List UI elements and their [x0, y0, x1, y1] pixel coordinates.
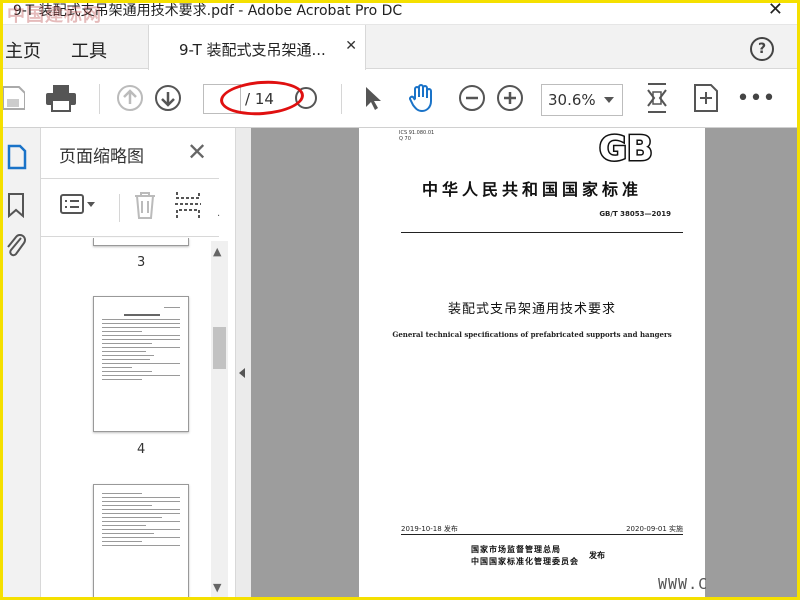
- standard-title: 中华人民共和国国家标准: [421, 180, 642, 199]
- toolbar: / 14 30.6% •••: [3, 70, 797, 128]
- divider: [41, 178, 219, 179]
- collapse-panel-icon[interactable]: [239, 368, 245, 378]
- toolbar-separator: [341, 84, 342, 114]
- extract-pages-icon[interactable]: [175, 190, 203, 224]
- bookmark-icon[interactable]: [7, 192, 25, 222]
- save-icon[interactable]: [3, 82, 25, 114]
- tab-home[interactable]: 主页: [5, 37, 41, 63]
- page-thumbnail[interactable]: [93, 484, 189, 597]
- page-number-label: 4: [137, 442, 146, 457]
- next-page-icon[interactable]: [153, 82, 183, 114]
- page-thumbnails-icon[interactable]: [7, 144, 27, 174]
- zoom-out-icon[interactable]: [457, 82, 487, 114]
- divider: [41, 236, 219, 237]
- more-dot-icon: .: [217, 208, 221, 219]
- help-icon[interactable]: ?: [750, 37, 774, 61]
- gb-logo-text: GB: [599, 130, 653, 166]
- page-thumbnail[interactable]: [93, 296, 189, 432]
- implementation-date: 2020-09-01 实施: [626, 525, 683, 533]
- close-tab-icon[interactable]: ✕: [345, 38, 357, 54]
- thumbnail-panel: 页面缩略图 ✕ . 3 4 ▲ ▼: [41, 128, 236, 597]
- issue-date: 2019-10-18 发布: [401, 525, 458, 533]
- close-panel-icon[interactable]: ✕: [187, 138, 207, 166]
- panel-splitter[interactable]: [236, 128, 251, 597]
- more-options-icon[interactable]: •••: [737, 82, 776, 114]
- full-screen-icon[interactable]: [691, 82, 721, 114]
- document-title-en: General technical specifications of pref…: [392, 330, 672, 339]
- divider: [401, 232, 683, 233]
- fit-page-icon[interactable]: [643, 82, 671, 114]
- page-number-label: 3: [137, 255, 146, 270]
- toolbar-separator: [99, 84, 100, 114]
- tab-document-label: 9-T 装配式支吊架通...: [179, 41, 326, 59]
- issuing-organization: 中国国家标准化管理委员会: [471, 557, 579, 566]
- chevron-down-icon: [604, 97, 614, 103]
- tab-bar: 主页 工具 9-T 装配式支吊架通... ✕ ?: [3, 25, 797, 70]
- delete-page-icon[interactable]: [133, 190, 157, 224]
- zoom-in-icon[interactable]: [495, 82, 525, 114]
- page-thumbnail[interactable]: [93, 238, 189, 246]
- toolbar-separator: [119, 194, 120, 222]
- scroll-down-icon[interactable]: ▼: [213, 581, 221, 594]
- publish-label: 发布: [589, 551, 605, 560]
- pdf-page: ICS 91.080.01 Q 70 GB 中华人民共和国国家标准 GB/T 3…: [359, 128, 705, 597]
- ics-code: ICS 91.080.01 Q 70: [399, 130, 435, 142]
- standard-number: GB/T 38053—2019: [599, 210, 671, 218]
- app-window: 9-T 装配式支吊架通用技术要求.pdf - Adobe Acrobat Pro…: [0, 0, 800, 600]
- zoom-level-select[interactable]: 30.6%: [541, 84, 623, 116]
- navigation-rail: [3, 128, 41, 597]
- window-close-icon[interactable]: ✕: [768, 3, 783, 20]
- issuing-organization: 国家市场监督管理总局: [471, 545, 561, 554]
- site-watermark: WWW.C: [658, 575, 709, 593]
- select-cursor-icon[interactable]: [359, 82, 387, 114]
- gb-logo: GB: [598, 130, 655, 166]
- previous-page-icon[interactable]: [115, 82, 145, 114]
- scroll-up-icon[interactable]: ▲: [213, 245, 221, 258]
- print-icon[interactable]: [43, 82, 79, 114]
- thumbnail-options-icon[interactable]: [59, 192, 99, 222]
- title-bar: 9-T 装配式支吊架通用技术要求.pdf - Adobe Acrobat Pro…: [3, 3, 797, 26]
- tab-document[interactable]: 9-T 装配式支吊架通... ✕: [148, 25, 366, 70]
- attachment-icon[interactable]: [5, 232, 27, 262]
- document-title-cn: 装配式支吊架通用技术要求: [447, 302, 616, 317]
- thumbnail-scrollbar[interactable]: ▲ ▼: [211, 241, 228, 597]
- hand-tool-icon[interactable]: [405, 82, 439, 114]
- divider: [401, 534, 683, 535]
- tab-tools[interactable]: 工具: [71, 37, 107, 63]
- zoom-level-value: 30.6%: [548, 91, 596, 109]
- panel-title: 页面缩略图: [59, 147, 144, 167]
- scrollbar-thumb[interactable]: [213, 327, 226, 369]
- document-canvas[interactable]: ICS 91.080.01 Q 70 GB 中华人民共和国国家标准 GB/T 3…: [251, 128, 797, 597]
- site-watermark-logo: 中国建标网: [7, 5, 102, 26]
